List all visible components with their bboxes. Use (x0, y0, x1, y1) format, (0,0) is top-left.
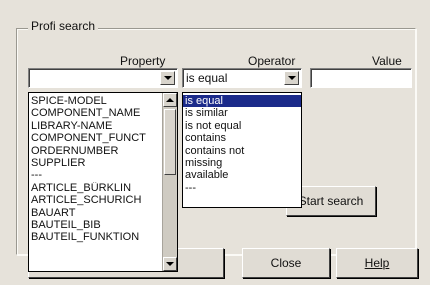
group-title: Profi search (28, 19, 99, 33)
property-option-component-name[interactable]: COMPONENT_NAME (29, 107, 162, 119)
property-dropdown-button[interactable] (160, 71, 175, 85)
operator-option-missing[interactable]: missing (183, 157, 301, 169)
chevron-down-icon (163, 76, 172, 80)
property-option-component-funct[interactable]: COMPONENT_FUNCT (29, 132, 162, 144)
operator-option-contains-not[interactable]: contains not (183, 145, 301, 157)
operator-options: is equal is similar is not equal contains co… (183, 95, 301, 194)
operator-dropdown-button[interactable] (284, 71, 299, 85)
property-option-spice-model[interactable]: SPICE-MODEL (29, 95, 162, 107)
value-label: Value (372, 54, 402, 68)
property-label: Property (120, 54, 166, 68)
scroll-down-button[interactable] (163, 257, 177, 271)
property-option-separator[interactable]: --- (29, 169, 162, 181)
property-combo[interactable] (28, 68, 178, 88)
operator-option-is-not-equal[interactable]: is not equal (183, 120, 301, 132)
help-label: Help (364, 256, 390, 270)
scroll-up-button[interactable] (163, 93, 177, 107)
property-dropdown-list[interactable]: SPICE-MODEL COMPONENT_NAME LIBRARY-NAME COM… (28, 92, 178, 272)
operator-option-contains[interactable]: contains (183, 132, 301, 144)
help-button[interactable]: Help (336, 248, 418, 278)
operator-option-separator[interactable]: --- (183, 182, 301, 194)
operator-combo[interactable]: is equal (182, 68, 302, 88)
operator-label: Operator (248, 54, 296, 68)
operator-option-is-similar[interactable]: is similar (183, 107, 301, 119)
property-option-article-schurich[interactable]: ARTICLE_SCHURICH (29, 194, 162, 206)
property-option-supplier[interactable]: SUPPLIER (29, 157, 162, 169)
close-label: Close (270, 256, 302, 270)
close-button[interactable]: Close (242, 248, 330, 278)
operator-option-available[interactable]: available (183, 169, 301, 181)
arrow-up-icon (166, 98, 174, 102)
property-option-ordernumber[interactable]: ORDERNUMBER (29, 145, 162, 157)
property-option-bauart[interactable]: BAUART (29, 207, 162, 219)
property-option-library-name[interactable]: LIBRARY-NAME (29, 120, 162, 132)
property-options: SPICE-MODEL COMPONENT_NAME LIBRARY-NAME COM… (29, 95, 162, 244)
arrow-down-icon (166, 262, 174, 266)
property-option-bauteil-bib[interactable]: BAUTEIL_BIB (29, 219, 162, 231)
start-search-label: Start search (298, 194, 364, 208)
operator-dropdown-list[interactable]: is equal is similar is not equal contains co… (182, 92, 302, 208)
operator-selected: is equal (186, 71, 228, 85)
property-option-bauteil-funktion[interactable]: BAUTEIL_FUNKTION (29, 231, 162, 243)
chevron-down-icon (287, 76, 296, 80)
property-option-article-b-rklin[interactable]: ARTICLE_BÜRKLIN (29, 182, 162, 194)
operator-option-is-equal[interactable]: is equal (183, 95, 301, 108)
scroll-thumb[interactable] (164, 109, 176, 175)
value-input[interactable] (310, 68, 412, 88)
property-scrollbar[interactable] (162, 93, 177, 271)
